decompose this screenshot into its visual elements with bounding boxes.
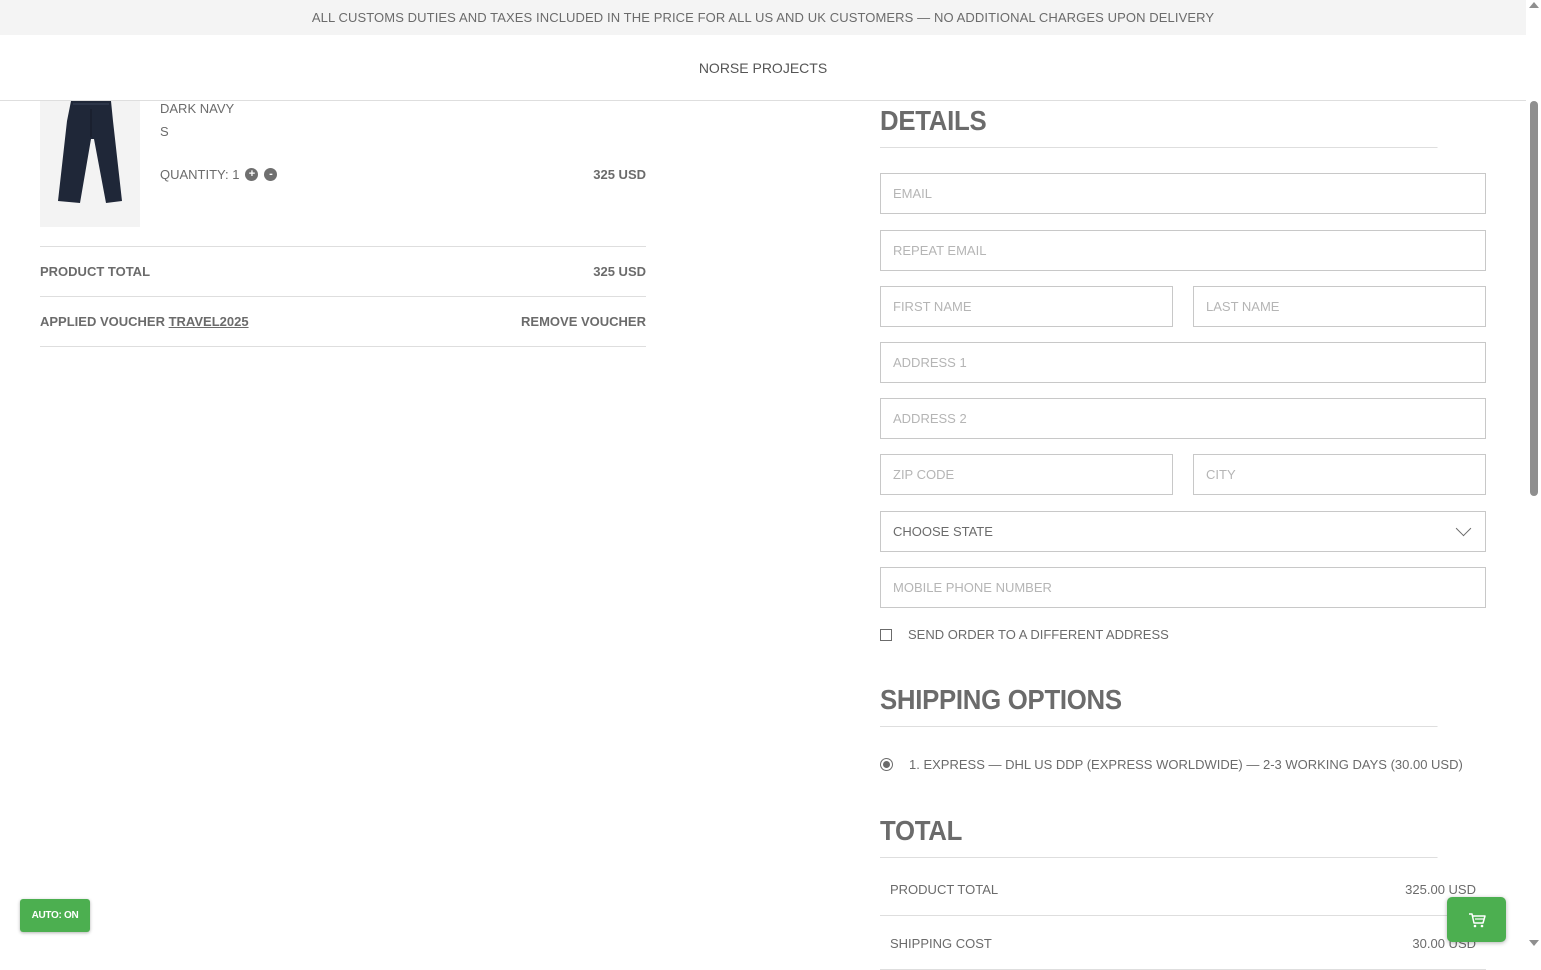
shipping-cost-label: SHIPPING COST: [890, 935, 992, 951]
different-address-label: SEND ORDER TO A DIFFERENT ADDRESS: [908, 627, 1169, 642]
mobile-phone-field[interactable]: [880, 567, 1486, 608]
total-product-value: 325.00 USD: [1405, 881, 1476, 897]
quantity-control: QUANTITY: 1 + -: [160, 167, 278, 182]
email-field[interactable]: [880, 173, 1486, 214]
announcement-banner: ALL CUSTOMS DUTIES AND TAXES INCLUDED IN…: [0, 0, 1526, 35]
total-shipping-row: SHIPPING COST 30.00 USD: [880, 917, 1486, 970]
quantity-label: QUANTITY: 1: [160, 167, 240, 182]
address1-field[interactable]: [880, 342, 1486, 383]
item-price: 325 USD: [593, 167, 646, 182]
cart-button[interactable]: [1447, 897, 1506, 942]
increase-quantity-button[interactable]: +: [245, 168, 259, 181]
shipping-option[interactable]: 1. EXPRESS — DHL US DDP (EXPRESS WORLDWI…: [880, 757, 1463, 772]
shipping-options-title: SHIPPING OPTIONS: [880, 684, 1438, 727]
state-select-value: CHOOSE STATE: [893, 524, 993, 539]
page-scrollbar[interactable]: [1526, 0, 1541, 953]
scroll-up-icon[interactable]: [1529, 2, 1539, 8]
product-color: DARK NAVY: [160, 101, 235, 116]
first-name-field[interactable]: [880, 286, 1173, 327]
product-image: [40, 101, 140, 227]
decrease-quantity-button[interactable]: -: [264, 168, 278, 181]
city-field[interactable]: [1193, 454, 1486, 495]
trousers-image: [58, 101, 122, 203]
shipping-option-radio[interactable]: [880, 758, 893, 771]
banner-text: ALL CUSTOMS DUTIES AND TAXES INCLUDED IN…: [311, 10, 1215, 25]
site-header: NORSE PROJECTS: [0, 35, 1526, 101]
scroll-down-icon[interactable]: [1529, 940, 1539, 946]
address2-field[interactable]: [880, 398, 1486, 439]
total-product-row: PRODUCT TOTAL 325.00 USD: [880, 863, 1486, 916]
zip-code-field[interactable]: [880, 454, 1173, 495]
repeat-email-field[interactable]: [880, 230, 1486, 271]
product-total-label: PRODUCT TOTAL: [40, 264, 151, 279]
cart-icon: [1468, 912, 1486, 927]
voucher-code-link[interactable]: TRAVEL2025: [169, 314, 249, 329]
shipping-option-label: 1. EXPRESS — DHL US DDP (EXPRESS WORLDWI…: [909, 757, 1463, 772]
details-title: DETAILS: [880, 105, 1438, 148]
total-title: TOTAL: [880, 815, 1438, 858]
state-select[interactable]: CHOOSE STATE: [880, 511, 1486, 552]
scrollbar-thumb[interactable]: [1530, 101, 1538, 496]
product-total-row: PRODUCT TOTAL 325 USD: [40, 246, 646, 296]
brand-logo[interactable]: NORSE PROJECTS: [699, 60, 827, 76]
different-address-checkbox[interactable]: [880, 628, 892, 641]
voucher-info: APPLIED VOUCHER TRAVEL2025: [40, 314, 249, 329]
voucher-row: APPLIED VOUCHER TRAVEL2025 REMOVE VOUCHE…: [40, 296, 646, 347]
voucher-label: APPLIED VOUCHER: [40, 314, 165, 329]
product-size: S: [160, 124, 169, 139]
total-product-label: PRODUCT TOTAL: [890, 881, 999, 897]
remove-voucher-button[interactable]: REMOVE VOUCHER: [521, 314, 646, 329]
auto-toggle-button[interactable]: AUTO: ON: [20, 899, 90, 932]
last-name-field[interactable]: [1193, 286, 1486, 327]
product-total-value: 325 USD: [593, 264, 646, 279]
chevron-down-icon: [1455, 520, 1472, 537]
different-address-option[interactable]: SEND ORDER TO A DIFFERENT ADDRESS: [880, 627, 1169, 642]
